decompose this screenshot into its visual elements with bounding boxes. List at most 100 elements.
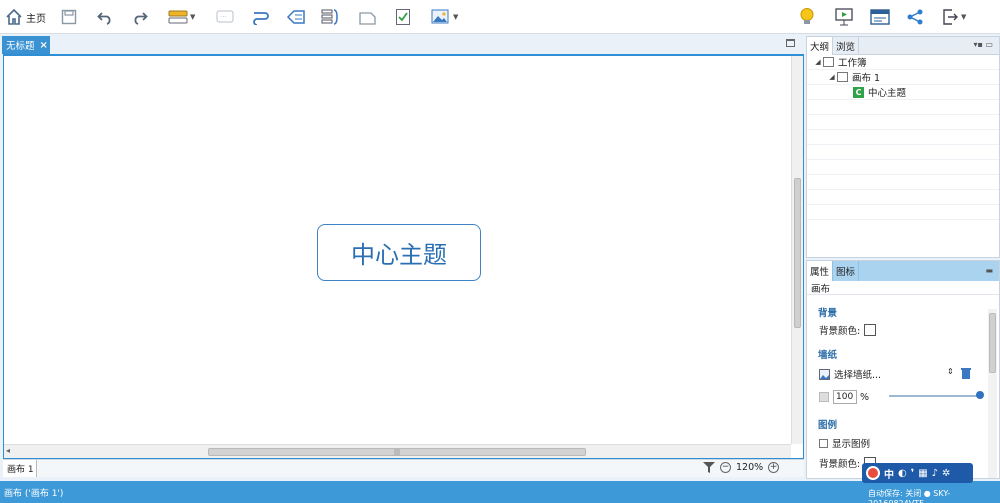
tab-browse[interactable]: 浏览 <box>833 37 860 55</box>
maximize-editor-icon[interactable] <box>786 39 795 47</box>
layout-button[interactable] <box>870 5 890 29</box>
ime-toolbar[interactable]: 中 ◐ ❜ ▦ ♪ ✲ <box>862 463 973 483</box>
task-button[interactable] <box>395 5 411 29</box>
tree-item-central-topic[interactable]: C 中心主题 <box>807 85 999 100</box>
wallpaper-stepper-icon[interactable]: ⇕ <box>947 367 954 376</box>
brainstorm-button[interactable] <box>799 5 815 29</box>
background-color-label: 背景颜色: <box>819 326 861 337</box>
document-tab-title: 无标题 <box>6 41 35 52</box>
scroll-left-icon[interactable]: ◂ <box>6 446 10 455</box>
image-button[interactable]: ▼ <box>431 5 458 29</box>
redo-button[interactable] <box>132 5 148 29</box>
properties-title: 画布 <box>807 281 999 295</box>
tree-empty-row <box>807 205 999 220</box>
insert-topic-button[interactable]: ▼ <box>168 5 195 29</box>
select-wallpaper-label[interactable]: 选择墙纸... <box>834 367 881 381</box>
callout-icon: ··· <box>216 10 234 23</box>
tree-empty-row <box>807 145 999 160</box>
ime-moon-icon[interactable]: ◐ <box>898 468 907 479</box>
task-icon <box>396 9 410 25</box>
ime-logo-icon[interactable] <box>866 466 880 480</box>
expand-arrow-icon[interactable]: ◢ <box>827 73 837 81</box>
zoom-in-button[interactable]: + <box>768 462 780 473</box>
export-button[interactable]: ▼ <box>941 5 966 29</box>
summary-icon <box>321 9 338 25</box>
zoom-out-button[interactable]: − <box>720 462 731 473</box>
sheet-bar: 画布 1 − 120% + <box>3 459 804 477</box>
tab-icons[interactable]: 图标 <box>833 261 860 281</box>
save-button[interactable] <box>61 5 77 29</box>
topic-icon <box>168 10 188 24</box>
opacity-slider-knob[interactable] <box>976 391 984 399</box>
status-autosave[interactable]: 自动保存: 关闭 ● SKY-20160824VTF <box>868 488 1000 503</box>
sheet-icon <box>837 72 848 82</box>
home-button[interactable]: 主页 <box>5 5 46 29</box>
image-dropdown-icon[interactable]: ▼ <box>453 13 458 21</box>
tree-item-workbook[interactable]: ◢ 工作簿 <box>807 55 999 70</box>
properties-panel: 属性 图标 ▬ 画布 背景 背景颜色: 墙纸 选择墙纸... ⇕ 100 % 图… <box>806 260 1000 479</box>
undo-icon <box>97 12 111 25</box>
background-color-swatch[interactable] <box>864 324 877 336</box>
delete-wallpaper-icon[interactable] <box>961 367 971 379</box>
export-icon <box>943 9 958 25</box>
tab-outline[interactable]: 大纲 <box>807 37 834 55</box>
lightbulb-icon <box>800 8 814 24</box>
filter-icon[interactable] <box>703 462 715 473</box>
vertical-scrollbar[interactable] <box>791 56 803 444</box>
callout-button[interactable]: ··· <box>216 5 234 29</box>
ime-keyboard-icon[interactable]: ▦ <box>918 468 927 479</box>
opacity-slider-track[interactable] <box>889 395 981 397</box>
export-dropdown-icon[interactable]: ▼ <box>961 13 966 21</box>
main-toolbar: 主页 ▼ ··· ▼ ▼ <box>0 0 1000 34</box>
opacity-unit: % <box>860 391 870 403</box>
workbook-icon <box>823 57 834 67</box>
mindmap-canvas[interactable]: 中心主题 ◂ ||| <box>3 54 804 459</box>
legend-checkbox-row[interactable]: 显示图例 <box>819 436 870 450</box>
properties-scroll-thumb[interactable] <box>989 313 996 373</box>
share-icon <box>907 9 923 25</box>
zoom-level[interactable]: 120% <box>736 462 763 473</box>
tree-empty-row <box>807 100 999 115</box>
topic-dropdown-icon[interactable]: ▼ <box>190 13 195 21</box>
undo-button[interactable] <box>97 5 113 29</box>
expand-arrow-icon[interactable]: ◢ <box>813 58 823 66</box>
properties-scrollbar[interactable] <box>988 309 997 478</box>
layout-icon <box>870 9 890 25</box>
close-tab-icon[interactable]: × <box>40 40 48 51</box>
presentation-button[interactable] <box>834 5 854 29</box>
legend-checkbox-label: 显示图例 <box>832 439 871 450</box>
summary-button[interactable] <box>321 5 341 29</box>
horizontal-scroll-thumb[interactable]: ||| <box>208 448 586 456</box>
boundary-icon <box>286 10 305 24</box>
opacity-input[interactable]: 100 <box>833 390 857 404</box>
note-icon <box>359 12 376 25</box>
sheet-tab[interactable]: 画布 1 <box>3 460 37 477</box>
opacity-icon <box>819 392 829 402</box>
document-tab[interactable]: 无标题 × <box>2 36 50 54</box>
ime-mode[interactable]: 中 <box>884 466 894 481</box>
properties-panel-tabs: 属性 图标 ▬ <box>807 261 999 281</box>
tree-item-label: 工作簿 <box>838 58 867 69</box>
share-button[interactable] <box>906 5 924 29</box>
tree-item-sheet[interactable]: ◢ 画布 1 <box>807 70 999 85</box>
redo-icon <box>134 12 148 25</box>
panel-menu-icon[interactable]: ▾▪ ▭ <box>973 40 993 49</box>
tab-properties[interactable]: 属性 <box>807 261 834 281</box>
wallpaper-image-icon <box>819 368 830 380</box>
legend-checkbox[interactable] <box>819 438 828 448</box>
outline-panel: 大纲 浏览 ▾▪ ▭ ◢ 工作簿 ◢ 画布 1 C 中心主题 <box>806 36 1000 258</box>
ime-settings-icon[interactable]: ✲ <box>942 468 950 479</box>
presentation-icon <box>835 8 853 26</box>
minimize-panel-icon[interactable]: ▬ <box>985 266 993 275</box>
boundary-button[interactable] <box>286 5 306 29</box>
wallpaper-select-row[interactable]: 选择墙纸... <box>819 367 881 381</box>
outline-panel-tabs: 大纲 浏览 ▾▪ ▭ <box>807 37 999 55</box>
relationship-button[interactable] <box>251 5 271 29</box>
tree-empty-row <box>807 130 999 145</box>
note-button[interactable] <box>359 5 377 29</box>
central-topic[interactable]: 中心主题 <box>317 224 481 281</box>
vertical-scroll-thumb[interactable] <box>794 178 801 328</box>
horizontal-scrollbar[interactable]: ◂ ||| <box>4 444 791 458</box>
ime-punct-icon[interactable]: ❜ <box>911 468 914 479</box>
ime-mic-icon[interactable]: ♪ <box>932 468 938 479</box>
